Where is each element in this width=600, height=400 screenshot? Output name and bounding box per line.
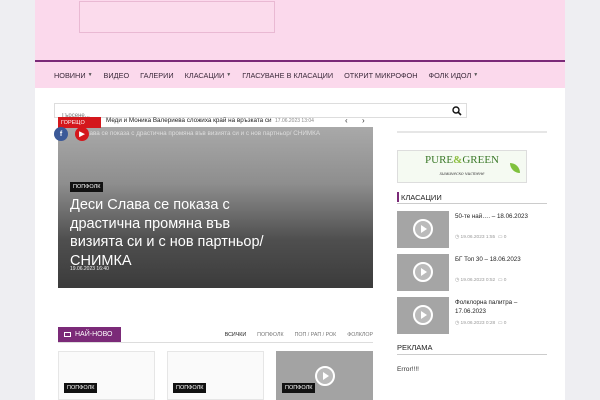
ticker-headline[interactable]: Меди и Моника Валериева сложиха край на … [106,117,272,124]
filter-all[interactable]: ВСИЧКИ [225,332,246,338]
page-background-right [565,0,600,400]
chevron-right-icon[interactable]: › [362,116,365,125]
ranking-item[interactable]: БГ Топ 30 – 18.06.2023 ◷ 19.06.2023 0:52… [397,254,547,291]
section-accent [397,192,399,202]
hot-label-text: ГОРЕЩО [61,119,85,126]
nav-item-video[interactable]: ВИДЕО [104,71,130,80]
ranking-title[interactable]: Фолклорна палитра – 17.06.2023 [455,298,547,316]
ranking-date: 19.06.2023 0:52 [460,278,496,283]
featured-article[interactable]: и Слава се показа с драстична промяна въ… [58,127,373,288]
ad-banner[interactable]: PURE&GREEN химическо чистене [397,150,527,183]
latest-card[interactable]: ПОПФОЛК [167,351,264,400]
page: НОВИНИ ▼ ВИДЕО ГАЛЕРИИ КЛАСАЦИИ ▼ ГЛАСУВАН… [35,0,565,400]
youtube-icon[interactable]: ▶ [75,127,89,141]
play-icon[interactable] [413,262,433,282]
page-background-left [0,0,35,400]
ad-subtitle: химическо чистене [439,171,485,177]
advert-header: РЕКЛАМА [397,342,547,355]
nav-item-galleries[interactable]: ГАЛЕРИИ [140,71,174,80]
ranking-thumbnail[interactable] [397,297,449,334]
nav-item-news[interactable]: НОВИНИ ▼ [54,71,93,80]
ticker-date: 17.06.2023 13:04 [275,118,314,124]
filter-folklore[interactable]: ФОЛКЛОР [347,332,373,338]
ranking-thumbnail[interactable] [397,211,449,248]
ad-brand-amp: & [453,154,463,166]
site-header [35,0,565,60]
nav-item-voting[interactable]: ГЛАСУВАНЕ В КЛАСАЦИИ [242,71,333,80]
ad-brand: PURE&GREEN [398,154,526,166]
filter-pop-rap-rock[interactable]: ПОП / РАП / РОК [295,332,337,338]
ranking-item[interactable]: Фолклорна палитра – 17.06.2023 ◷ 19.06.2… [397,297,547,334]
category-badge[interactable]: ПОПФОЛК [70,182,104,192]
chevron-down-icon: ▼ [473,72,479,78]
ranking-meta: ◷ 19.06.2023 1:55 ▭ 0 [455,235,507,240]
play-icon[interactable] [413,305,433,325]
category-badge[interactable]: ПОПФОЛК [64,383,98,393]
nav-item-label: ОТКРИТ МИКРОФОН [344,70,418,80]
category-badge[interactable]: ПОПФОЛК [282,383,316,393]
rankings-heading: КЛАСАЦИИ [401,193,442,202]
sidebar-divider [397,131,547,133]
facebook-icon[interactable]: f [54,127,68,141]
nav-item-rankings[interactable]: КЛАСАЦИИ ▼ [185,71,232,80]
latest-heading: НАЙ-НОВО [75,331,113,338]
chevron-left-icon[interactable]: ‹ [345,116,348,125]
ranking-meta: ◷ 19.06.2023 0:28 ▭ 0 [455,321,507,326]
filter-popfolk[interactable]: ПОПФОЛК [257,332,283,338]
nav-item-label: ГАЛЕРИИ [140,70,174,80]
ranking-date: 19.06.2023 0:28 [460,321,496,326]
comment-count: 0 [503,278,507,283]
nav-item-label: ГЛАСУВАНЕ В КЛАСАЦИИ [242,70,334,80]
latest-card[interactable]: ПОПФОЛК [58,351,155,400]
nav-item-label: НОВИНИ [54,70,86,80]
nav-item-label: ФОЛК ИДОЛ [428,70,472,80]
nav-item-folk-idol[interactable]: ФОЛК ИДОЛ ▼ [429,71,479,80]
play-icon[interactable] [315,366,335,386]
nav-item-label: ВИДЕО [103,70,130,80]
ranking-item[interactable]: 50-те най…. – 18.06.2023 ◷ 19.06.2023 1:… [397,211,547,248]
ranking-title[interactable]: 50-те най…. – 18.06.2023 [455,212,547,221]
play-icon[interactable] [413,219,433,239]
search-bar [54,103,467,123]
category-badge[interactable]: ПОПФОЛК [173,383,207,393]
nav-item-open-mic[interactable]: ОТКРИТ МИКРОФОН [344,71,417,80]
featured-title[interactable]: Деси Слава се показа с драстична промяна… [70,196,280,270]
ranking-meta: ◷ 19.06.2023 0:52 ▭ 0 [455,278,507,283]
ranking-date: 19.06.2023 1:55 [460,235,496,240]
ranking-thumbnail[interactable] [397,254,449,291]
latest-filters: ВСИЧКИ ПОПФОЛК ПОП / РАП / РОК ФОЛКЛОР [214,332,373,338]
latest-badge: НАЙ-НОВО [58,327,121,342]
chevron-down-icon: ▼ [226,72,232,78]
comment-count: 0 [503,235,507,240]
rankings-header: КЛАСАЦИИ [397,191,547,204]
latest-card[interactable]: ПОПФОЛК [276,351,373,400]
comment-count: 0 [503,321,507,326]
advert-heading: РЕКЛАМА [397,343,433,352]
ranking-title[interactable]: БГ Топ 30 – 18.06.2023 [455,255,547,264]
ad-brand-left: PURE [425,154,454,166]
newspaper-icon [64,332,71,337]
featured-date: 19.06.2023 16:40 [70,266,109,272]
search-icon[interactable] [452,106,462,116]
latest-section-header: НАЙ-НОВО ВСИЧКИ ПОПФОЛК ПОП / РАП / РОК … [58,327,373,343]
ad-brand-right: GREEN [462,154,499,166]
chevron-down-icon: ▼ [87,72,93,78]
main-nav: НОВИНИ ▼ ВИДЕО ГАЛЕРИИ КЛАСАЦИИ ▼ ГЛАСУВАН… [35,60,565,88]
featured-overlay-text: и Слава се показа с драстична промяна въ… [76,130,321,137]
header-banner[interactable] [79,1,275,33]
advert-text: Error!!!! [397,366,419,373]
nav-item-label: КЛАСАЦИИ [184,70,225,80]
